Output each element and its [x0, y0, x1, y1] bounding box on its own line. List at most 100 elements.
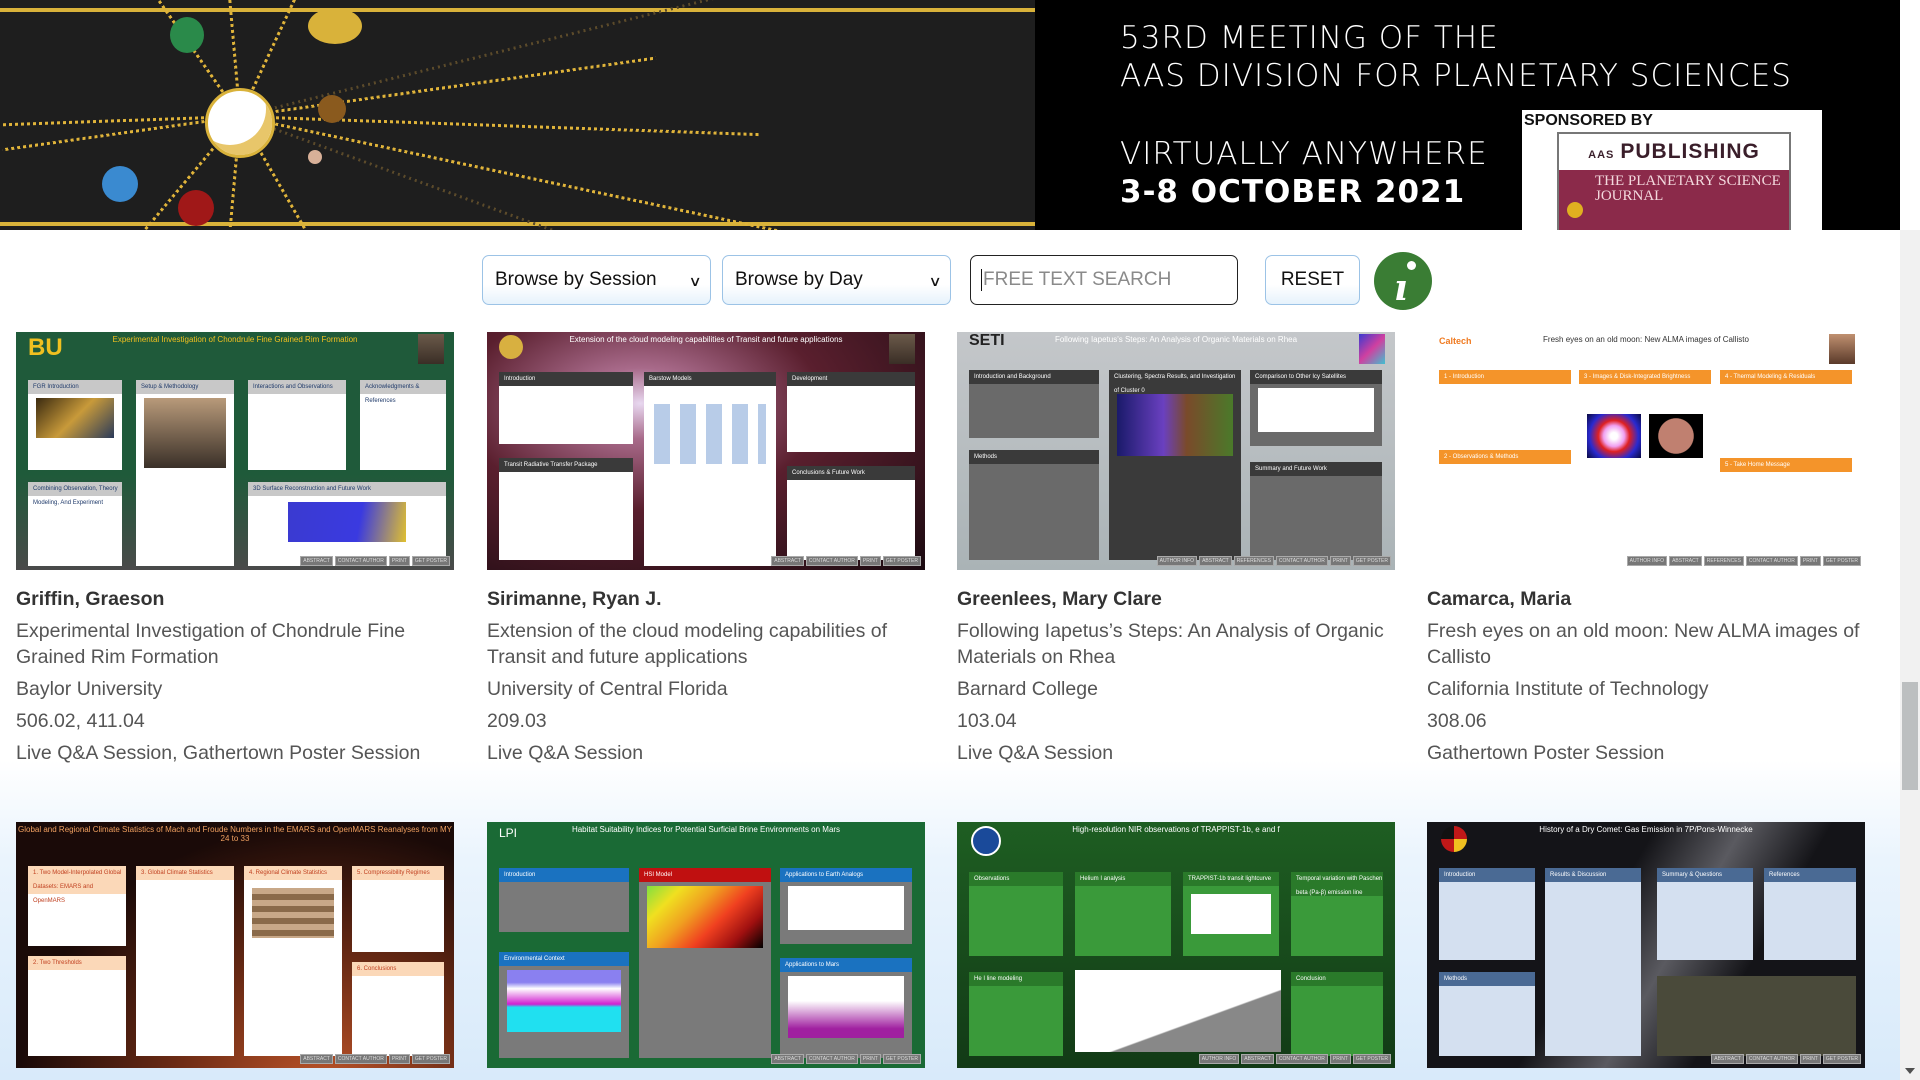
poster-author[interactable]: Sirimanne, Ryan J. — [487, 586, 925, 612]
poster-author[interactable]: Griffin, Graeson — [16, 586, 454, 612]
get-poster-button[interactable]: GET POSTER — [1352, 1054, 1391, 1064]
poster-thumb-header: Global and Regional Climate Statistics o… — [16, 822, 454, 854]
brown-planet — [318, 95, 346, 123]
abstract-button[interactable]: ABSTRACT — [300, 1054, 333, 1064]
author-photo — [1829, 334, 1855, 364]
alma-images — [1587, 414, 1703, 458]
poster-title[interactable]: Experimental Investigation of Chondrule … — [16, 618, 454, 670]
poster-card[interactable]: SETI Following Iapetus's Steps: An Analy… — [957, 332, 1395, 772]
poster-numbers: 209.03 — [487, 710, 547, 732]
poster-card[interactable]: Caltech Fresh eyes on an old moon: New A… — [1427, 332, 1865, 772]
poster-panel: Summary and Future Work — [1250, 462, 1382, 560]
scroll-down-arrow-icon[interactable] — [1905, 1068, 1915, 1074]
print-button[interactable]: PRINT — [1799, 1054, 1821, 1064]
print-button[interactable]: PRINT — [1329, 1054, 1351, 1064]
print-button[interactable]: PRINT — [388, 1054, 410, 1064]
get-poster-button[interactable]: GET POSTER — [1352, 556, 1391, 566]
references-button[interactable]: REFERENCES — [1233, 556, 1274, 566]
page-scrollbar[interactable] — [1900, 230, 1920, 1080]
poster-panel: References — [1764, 868, 1856, 960]
poster-thumbnail[interactable]: History of a Dry Comet: Gas Emission in … — [1427, 822, 1865, 1068]
poster-panel: Conclusions & Future Work — [787, 466, 915, 560]
poster-institution: California Institute of Technology — [1427, 678, 1709, 700]
poster-panel: 3. Global Climate Statistics — [136, 866, 234, 1056]
print-button[interactable]: PRINT — [1329, 556, 1351, 566]
poster-thumbnail[interactable]: SETI Following Iapetus's Steps: An Analy… — [957, 332, 1395, 570]
poster-panel: 2 - Observations & Methods — [1439, 450, 1571, 550]
poster-panel: TRAPPIST-1b transit lightcurve — [1183, 872, 1279, 956]
poster-thumbnail[interactable]: Caltech Fresh eyes on an old moon: New A… — [1427, 332, 1865, 570]
poster-thumbnail[interactable]: BU Experimental Investigation of Chondru… — [16, 332, 454, 570]
poster-panel: 5. Compressibility Regimes — [352, 866, 444, 952]
poster-thumb-title: Following Iapetus's Steps: An Analysis o… — [1054, 335, 1298, 344]
poster-title[interactable]: Extension of the cloud modeling capabili… — [487, 618, 925, 670]
contact-author-button[interactable]: CONTACT AUTHOR — [805, 1054, 858, 1064]
browse-by-session-select[interactable]: Browse by Session ∨ — [482, 255, 711, 305]
browse-by-day-select[interactable]: Browse by Day ∨ — [722, 255, 951, 305]
print-button[interactable]: PRINT — [859, 556, 881, 566]
banner-title-line2: AAS DIVISION FOR PLANETARY SCIENCES — [1120, 58, 1792, 94]
get-poster-button[interactable]: GET POSTER — [882, 1054, 921, 1064]
free-text-search-input[interactable]: FREE TEXT SEARCH — [970, 255, 1238, 305]
get-poster-button[interactable]: GET POSTER — [411, 1054, 450, 1064]
poster-author[interactable]: Camarca, Maria — [1427, 586, 1865, 612]
contact-author-button[interactable]: CONTACT AUTHOR — [334, 556, 387, 566]
poster-card[interactable]: LPI Habitat Suitability Indices for Pote… — [487, 822, 925, 1068]
get-poster-button[interactable]: GET POSTER — [411, 556, 450, 566]
abstract-button[interactable]: ABSTRACT — [1241, 1054, 1274, 1064]
poster-title[interactable]: Following Iapetus’s Steps: An Analysis o… — [957, 618, 1395, 670]
poster-title[interactable]: Fresh eyes on an old moon: New ALMA imag… — [1427, 618, 1865, 670]
poster-card[interactable]: High-resolution NIR observations of TRAP… — [957, 822, 1395, 1068]
contact-author-button[interactable]: CONTACT AUTHOR — [1275, 556, 1328, 566]
author-info-button[interactable]: AUTHOR INFO — [1626, 556, 1668, 566]
poster-thumbnail[interactable]: LPI Habitat Suitability Indices for Pote… — [487, 822, 925, 1068]
author-info-button[interactable]: AUTHOR INFO — [1198, 1054, 1240, 1064]
poster-panel: Clustering, Spectra Results, and Investi… — [1109, 370, 1241, 560]
poster-panel: Acknowledgments & References — [360, 380, 446, 470]
contact-author-button[interactable]: CONTACT AUTHOR — [1275, 1054, 1328, 1064]
print-button[interactable]: PRINT — [388, 556, 410, 566]
sponsor-block: SPONSORED BY AAS PUBLISHING THE PLANETARY… — [1522, 110, 1822, 230]
abstract-button[interactable]: ABSTRACT — [1199, 556, 1232, 566]
get-poster-button[interactable]: GET POSTER — [882, 556, 921, 566]
print-button[interactable]: PRINT — [1799, 556, 1821, 566]
poster-panel: Methods — [1439, 972, 1535, 1056]
info-icon[interactable]: ı — [1374, 252, 1432, 310]
contact-author-button[interactable]: CONTACT AUTHOR — [1745, 556, 1798, 566]
poster-panel: Conclusion — [1291, 972, 1383, 1056]
poster-card[interactable]: Global and Regional Climate Statistics o… — [16, 822, 454, 1068]
abstract-button[interactable]: ABSTRACT — [1711, 1054, 1744, 1064]
abstract-button[interactable]: ABSTRACT — [771, 1054, 804, 1064]
abstract-button[interactable]: ABSTRACT — [771, 556, 804, 566]
contact-author-button[interactable]: CONTACT AUTHOR — [805, 556, 858, 566]
get-poster-button[interactable]: GET POSTER — [1822, 1054, 1861, 1064]
contact-author-button[interactable]: CONTACT AUTHOR — [334, 1054, 387, 1064]
poster-card[interactable]: BU Experimental Investigation of Chondru… — [16, 332, 454, 772]
poster-meta: Greenlees, Mary Clare Following Iapetus’… — [957, 586, 1395, 766]
poster-thumbnail[interactable]: High-resolution NIR observations of TRAP… — [957, 822, 1395, 1068]
reset-button[interactable]: RESET — [1265, 255, 1360, 305]
abstract-button[interactable]: ABSTRACT — [300, 556, 333, 566]
poster-panel: He I line modeling — [969, 972, 1063, 1056]
poster-thumb-header: Habitat Suitability Indices for Potentia… — [487, 822, 925, 854]
poster-thumbnail[interactable]: Extension of the cloud modeling capabili… — [487, 332, 925, 570]
get-poster-button[interactable]: GET POSTER — [1822, 556, 1861, 566]
references-button[interactable]: REFERENCES — [1703, 556, 1744, 566]
poster-author[interactable]: Greenlees, Mary Clare — [957, 586, 1395, 612]
poster-panel: 3 - Images & Disk-Integrated Brightness … — [1579, 370, 1711, 560]
aas-mark-icon: AAS — [1588, 149, 1615, 161]
poster-panel: Temporal variation with Paschen beta (Pa… — [1291, 872, 1383, 956]
poster-thumb-title: Experimental Investigation of Chondrule … — [112, 335, 358, 344]
contact-author-button[interactable]: CONTACT AUTHOR — [1745, 1054, 1798, 1064]
poster-panel: 2. Two Thresholds — [28, 956, 126, 1056]
abstract-button[interactable]: ABSTRACT — [1669, 556, 1702, 566]
author-info-button[interactable]: AUTHOR INFO — [1156, 556, 1198, 566]
scrollbar-thumb[interactable] — [1902, 682, 1918, 790]
hsi-heatmap — [647, 886, 763, 948]
poster-panel: Introduction — [1439, 868, 1535, 960]
poster-thumbnail[interactable]: Global and Regional Climate Statistics o… — [16, 822, 454, 1068]
journal-name: THE PLANETARY SCIENCE JOURNAL — [1595, 173, 1781, 204]
print-button[interactable]: PRINT — [859, 1054, 881, 1064]
poster-card[interactable]: Extension of the cloud modeling capabili… — [487, 332, 925, 772]
poster-card[interactable]: History of a Dry Comet: Gas Emission in … — [1427, 822, 1865, 1068]
